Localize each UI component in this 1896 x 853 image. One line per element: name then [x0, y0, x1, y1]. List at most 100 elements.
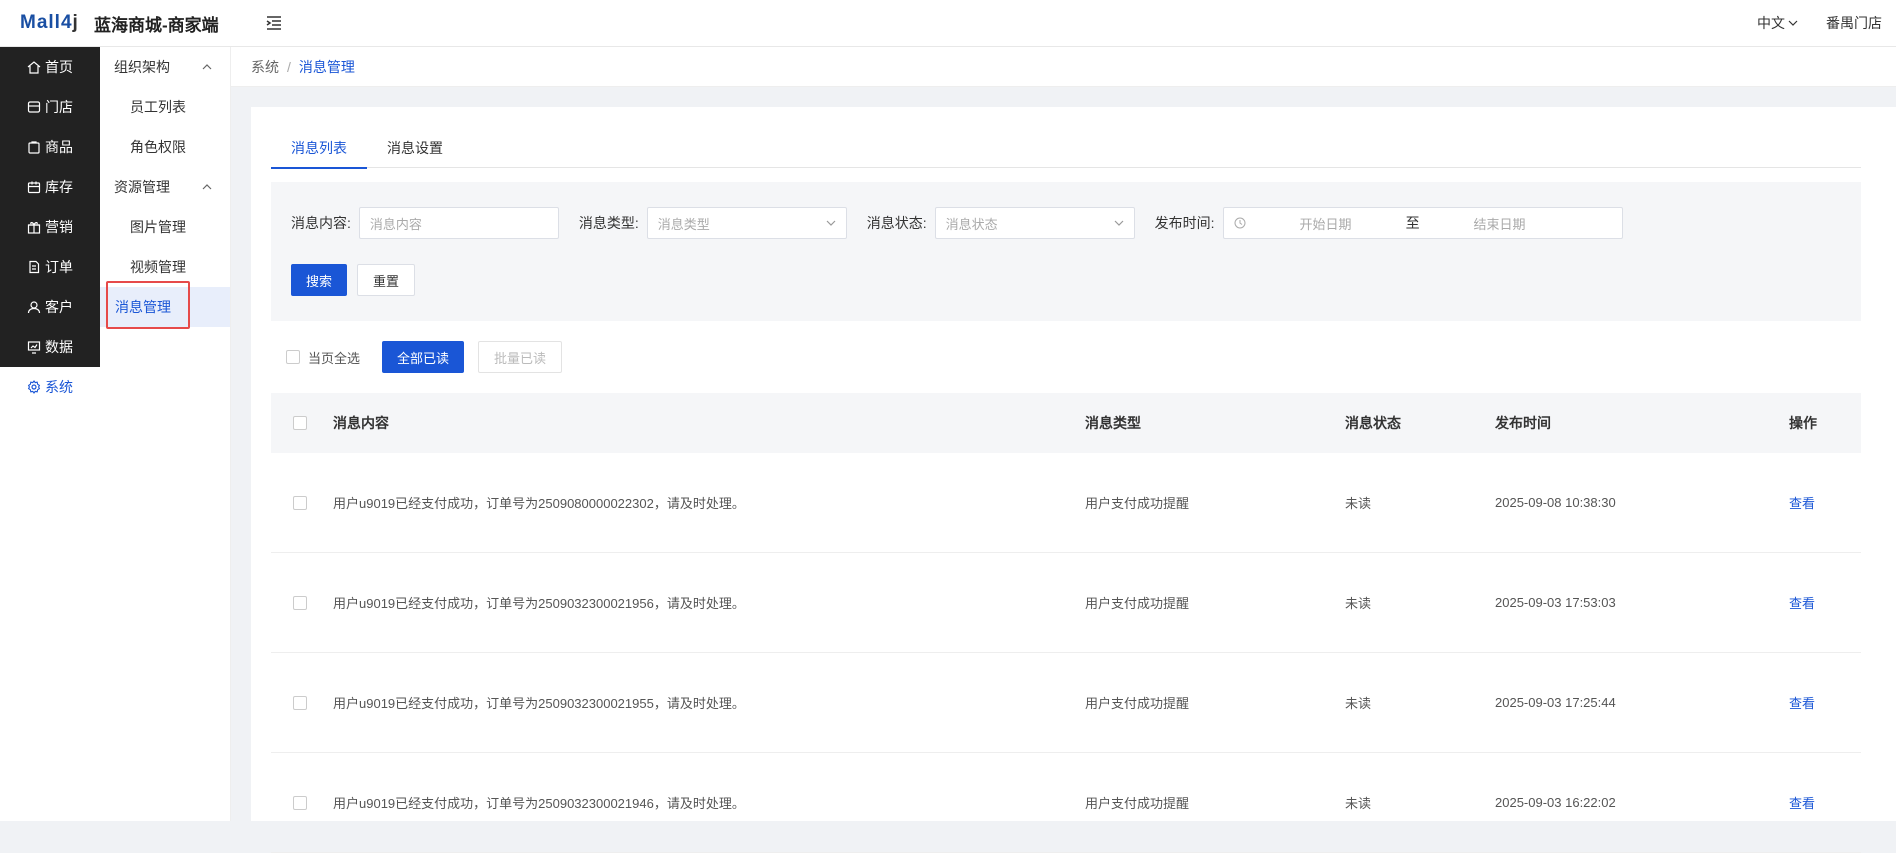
header-content: 消息内容	[333, 415, 389, 431]
row-time: 2025-09-08 10:38:30	[1495, 495, 1616, 510]
filter-panel: 消息内容: 消息内容 消息类型: 消息类型 消息状态: 消息状态 发布时间: 开…	[271, 182, 1861, 321]
highlight-box	[106, 281, 190, 329]
tab-message-list[interactable]: 消息列表	[271, 127, 367, 169]
menu-item-role-permissions[interactable]: 角色权限	[100, 127, 230, 167]
view-link[interactable]: 查看	[1789, 496, 1815, 511]
row-status: 未读	[1345, 596, 1372, 611]
breadcrumb: 系统 / 消息管理	[231, 47, 1896, 87]
main-panel: 消息列表 消息设置 消息内容: 消息内容 消息类型: 消息类型 消息状态: 消息…	[251, 107, 1896, 853]
menu-item-image-management[interactable]: 图片管理	[100, 207, 230, 247]
sidebar-item-system[interactable]: 系统	[0, 367, 100, 407]
header-checkbox[interactable]	[293, 416, 307, 430]
start-date-input[interactable]: 开始日期	[1246, 214, 1406, 233]
store-icon	[27, 101, 41, 113]
clock-icon	[1234, 217, 1246, 229]
range-separator: 至	[1405, 215, 1420, 231]
breadcrumb-separator: /	[287, 58, 291, 75]
menu-fold-icon[interactable]	[263, 12, 285, 34]
row-time: 2025-09-03 17:25:44	[1495, 695, 1616, 710]
chevron-down-icon	[1788, 20, 1798, 26]
status-label: 消息状态:	[866, 215, 927, 231]
sidebar-item-store[interactable]: 门店	[0, 87, 100, 127]
row-content: 用户u9019已经支付成功，订单号为2509032300021946，请及时处理…	[333, 796, 745, 811]
sidebar-item-home[interactable]: 首页	[0, 47, 100, 87]
row-content: 用户u9019已经支付成功，订单号为2509080000022302，请及时处理…	[333, 496, 745, 511]
row-checkbox[interactable]	[293, 595, 307, 610]
search-button[interactable]: 搜索	[291, 264, 348, 296]
table-row: 用户u9019已经支付成功，订单号为2509032300021946，请及时处理…	[271, 753, 1861, 853]
home-icon	[27, 61, 41, 74]
table-row: 用户u9019已经支付成功，订单号为2509032300021955，请及时处理…	[271, 653, 1861, 753]
row-content: 用户u9019已经支付成功，订单号为2509032300021955，请及时处理…	[333, 696, 745, 711]
type-label: 消息类型:	[578, 215, 639, 231]
sidebar-item-data[interactable]: 数据	[0, 327, 100, 367]
primary-sidebar: 首页 门店 商品 库存 营销 订单 客户 数据 系统	[0, 47, 100, 407]
language-select[interactable]: 中文	[1757, 13, 1798, 33]
gift-icon	[27, 222, 41, 234]
goods-icon	[28, 141, 40, 154]
row-status: 未读	[1345, 496, 1372, 511]
breadcrumb-root[interactable]: 系统	[251, 57, 279, 77]
settings-icon	[27, 380, 41, 394]
chevron-down-icon	[826, 220, 836, 226]
customer-icon	[27, 301, 41, 314]
select-page-checkbox[interactable]: 当页全选	[286, 348, 360, 367]
header-action: 操作	[1789, 415, 1817, 431]
sidebar-item-order[interactable]: 订单	[0, 247, 100, 287]
batch-read-button: 批量已读	[478, 341, 563, 373]
time-label: 发布时间:	[1154, 215, 1215, 231]
row-status: 未读	[1345, 796, 1372, 811]
row-type: 用户支付成功提醒	[1085, 596, 1190, 611]
table-header: 消息内容 消息类型 消息状态 发布时间 操作	[271, 393, 1861, 453]
row-type: 用户支付成功提醒	[1085, 696, 1190, 711]
menu-item-staff-list[interactable]: 员工列表	[100, 87, 230, 127]
row-time: 2025-09-03 16:22:02	[1495, 795, 1616, 810]
view-link[interactable]: 查看	[1789, 596, 1815, 611]
message-table: 消息内容 消息类型 消息状态 发布时间 操作 用户u9019已经支付成功，订单号…	[271, 393, 1861, 853]
type-select[interactable]: 消息类型	[646, 207, 847, 239]
menu-item-message-management[interactable]: 消息管理	[100, 281, 230, 329]
sidebar-item-inventory[interactable]: 库存	[0, 167, 100, 207]
shop-name[interactable]: 番禺门店	[1826, 13, 1882, 33]
end-date-input[interactable]: 结束日期	[1420, 214, 1580, 233]
view-link[interactable]: 查看	[1789, 796, 1815, 811]
row-checkbox[interactable]	[293, 795, 307, 810]
chevron-up-icon	[202, 64, 212, 70]
date-range-picker[interactable]: 开始日期 至 结束日期	[1222, 207, 1623, 239]
chevron-down-icon	[1114, 220, 1124, 226]
top-bar: Mall4j 蓝海商城-商家端 中文 番禺门店	[0, 0, 1896, 47]
header-time: 发布时间	[1495, 415, 1551, 431]
sidebar-item-goods[interactable]: 商品	[0, 127, 100, 167]
data-icon	[27, 341, 41, 354]
inventory-icon	[27, 181, 41, 194]
checkbox[interactable]	[286, 350, 300, 364]
status-select[interactable]: 消息状态	[934, 207, 1135, 239]
row-status: 未读	[1345, 696, 1372, 711]
header-status: 消息状态	[1345, 415, 1401, 431]
row-checkbox[interactable]	[293, 495, 307, 510]
primary-sidebar-blank	[0, 407, 100, 821]
header-type: 消息类型	[1085, 415, 1141, 431]
row-checkbox[interactable]	[293, 695, 307, 710]
reset-button[interactable]: 重置	[357, 264, 416, 296]
row-time: 2025-09-03 17:53:03	[1495, 595, 1616, 610]
row-type: 用户支付成功提醒	[1085, 496, 1190, 511]
sidebar-item-customer[interactable]: 客户	[0, 287, 100, 327]
content-label: 消息内容:	[291, 215, 351, 231]
row-type: 用户支付成功提醒	[1085, 796, 1190, 811]
menu-group-resources[interactable]: 资源管理	[100, 167, 230, 207]
mark-all-read-button[interactable]: 全部已读	[382, 341, 465, 373]
bulk-actions: 当页全选 全部已读 批量已读	[286, 341, 563, 373]
tab-message-settings[interactable]: 消息设置	[367, 127, 463, 168]
breadcrumb-current: 消息管理	[298, 58, 355, 75]
view-link[interactable]: 查看	[1789, 696, 1815, 711]
content-input[interactable]: 消息内容	[358, 207, 559, 239]
menu-group-organization[interactable]: 组织架构	[100, 47, 230, 87]
chevron-up-icon	[202, 184, 212, 190]
store-name: 蓝海商城-商家端	[94, 15, 219, 35]
sidebar-item-marketing[interactable]: 营销	[0, 207, 100, 247]
logo[interactable]: Mall4j	[0, 12, 100, 34]
table-row: 用户u9019已经支付成功，订单号为2509032300021956，请及时处理…	[271, 553, 1861, 653]
row-content: 用户u9019已经支付成功，订单号为2509032300021956，请及时处理…	[333, 596, 745, 611]
tab-bar: 消息列表 消息设置	[271, 127, 1861, 169]
